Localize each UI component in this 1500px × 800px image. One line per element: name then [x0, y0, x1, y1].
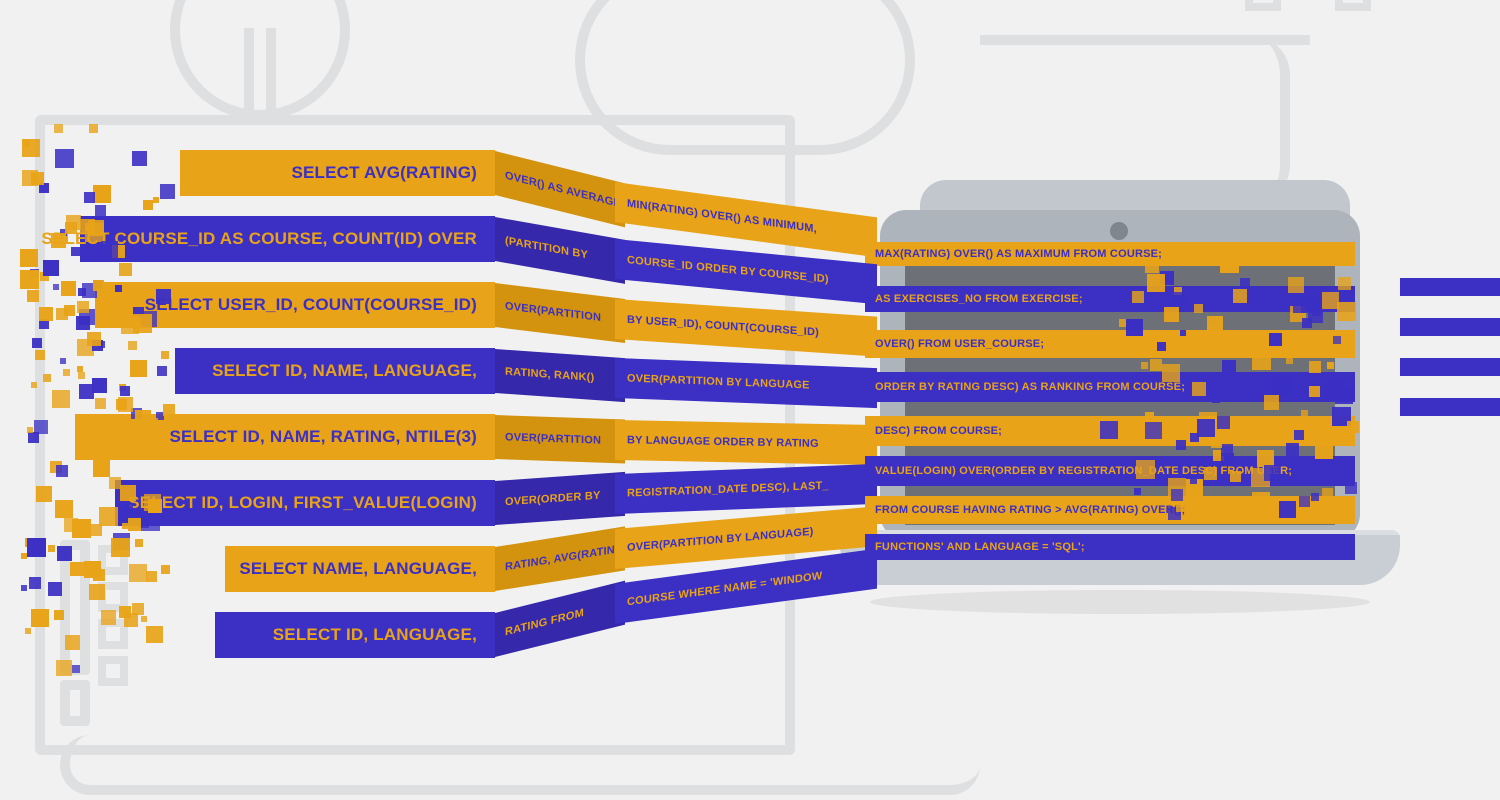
sql-seg-c: BY LANGUAGE ORDER BY RATING: [615, 420, 877, 465]
illustration-root: { "rows": [ {"color":"gold","a":"SELECT …: [0, 0, 1500, 800]
sql-seg-a: SELECT ID, NAME, LANGUAGE,: [175, 348, 495, 394]
sql-seg-b: OVER(PARTITION: [495, 283, 625, 343]
sql-seg-a: SELECT ID, LANGUAGE,: [215, 612, 495, 658]
output-bars: [1400, 278, 1500, 438]
sql-seg-a: SELECT NAME, LANGUAGE,: [225, 546, 495, 592]
sql-seg-b: (PARTITION BY: [495, 217, 625, 284]
sql-seg-c: REGISTRATION_DATE DESC), LAST_: [615, 464, 877, 514]
sql-seg-c: OVER(PARTITION BY LANGUAGE: [615, 358, 877, 408]
sql-seg-b: OVER(ORDER BY: [495, 472, 625, 525]
sql-seg-c: BY USER_ID), COUNT(COURSE_ID): [615, 299, 877, 357]
pixel-burst-left: [20, 120, 180, 680]
sql-seg-b: RATING FROM: [495, 581, 625, 657]
sql-seg-b: RATING, AVG(RATING): [495, 526, 625, 591]
sql-seg-b: OVER(PARTITION: [495, 415, 625, 464]
sql-seg-d: FUNCTIONS' AND LANGUAGE = 'SQL';: [865, 534, 1355, 560]
pixel-scatter-screen: [1090, 248, 1360, 523]
sql-seg-a: SELECT AVG(RATING): [180, 150, 495, 196]
sql-seg-b: RATING, RANK(): [495, 349, 625, 402]
sql-seg-b: OVER() AS AVERAGE,: [495, 151, 625, 227]
